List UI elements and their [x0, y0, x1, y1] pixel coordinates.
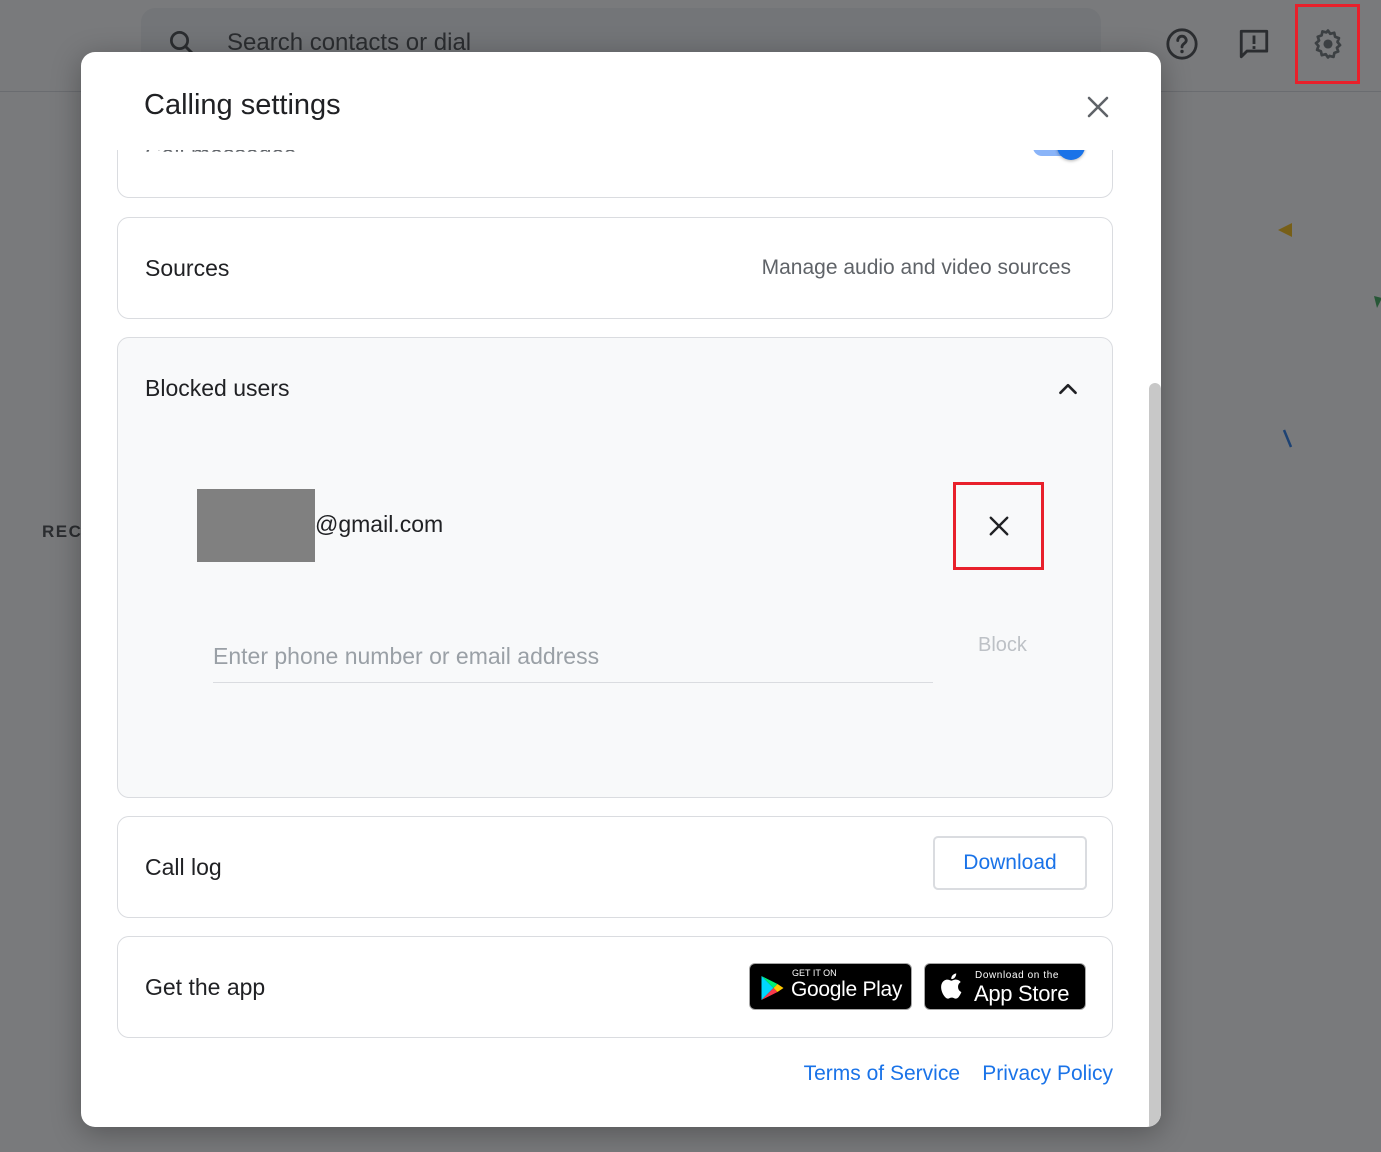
app-store-big-text: App Store [974, 981, 1070, 1006]
google-play-big-text: Google Play [791, 978, 903, 1001]
privacy-policy-link[interactable]: Privacy Policy [982, 1062, 1113, 1086]
block-contact-input[interactable] [213, 631, 933, 683]
blocked-user-email: @gmail.com [315, 511, 444, 537]
call-log-label: Call log [145, 854, 222, 880]
sources-card[interactable]: Sources Manage audio and video sources [117, 217, 1113, 319]
manage-sources-link[interactable]: Manage audio and video sources [762, 256, 1071, 280]
close-icon [989, 516, 1008, 536]
apple-icon [941, 973, 962, 999]
close-icon [1087, 96, 1109, 118]
blocked-user-item: @gmail.com [197, 489, 977, 562]
footer-links: Terms of Service Privacy Policy [81, 1062, 1113, 1092]
close-button[interactable] [1081, 90, 1115, 124]
app-store-badge[interactable]: Download on the App Store [924, 963, 1086, 1010]
call-messages-card: Call messages [117, 150, 1113, 198]
download-call-log-button[interactable]: Download [933, 836, 1087, 890]
calling-settings-dialog: Calling settings Call messages Sources M… [81, 52, 1161, 1127]
app-store-small-text: Download on the [975, 970, 1060, 981]
redacted-username [197, 489, 315, 562]
blocked-users-label: Blocked users [145, 375, 290, 401]
call-messages-label: Call messages [145, 150, 296, 167]
google-play-badge[interactable]: GET IT ON Google Play [749, 963, 912, 1010]
google-play-small-text: GET IT ON [792, 968, 837, 978]
call-log-card: Call log Download [117, 816, 1113, 918]
unblock-user-button[interactable] [953, 482, 1044, 570]
scrollbar-thumb[interactable] [1149, 383, 1161, 1127]
blocked-users-card: Blocked users @gmail.com Block [117, 337, 1113, 798]
settings-button[interactable] [1295, 4, 1360, 84]
gear-icon [1314, 29, 1341, 59]
google-play-icon [761, 976, 784, 1000]
terms-of-service-link[interactable]: Terms of Service [804, 1062, 960, 1086]
settings-scroll-area[interactable]: Call messages Sources Manage audio and v… [81, 150, 1161, 1127]
call-messages-toggle[interactable] [1033, 150, 1085, 160]
dialog-title: Calling settings [144, 89, 341, 121]
chevron-up-icon[interactable] [1055, 376, 1081, 402]
get-the-app-label: Get the app [145, 974, 266, 1000]
block-button[interactable]: Block [978, 634, 1027, 657]
sources-label: Sources [145, 255, 230, 281]
get-the-app-card: Get the app GET IT ON Google Play Downlo… [117, 936, 1113, 1038]
toggle-thumb [1057, 150, 1085, 160]
